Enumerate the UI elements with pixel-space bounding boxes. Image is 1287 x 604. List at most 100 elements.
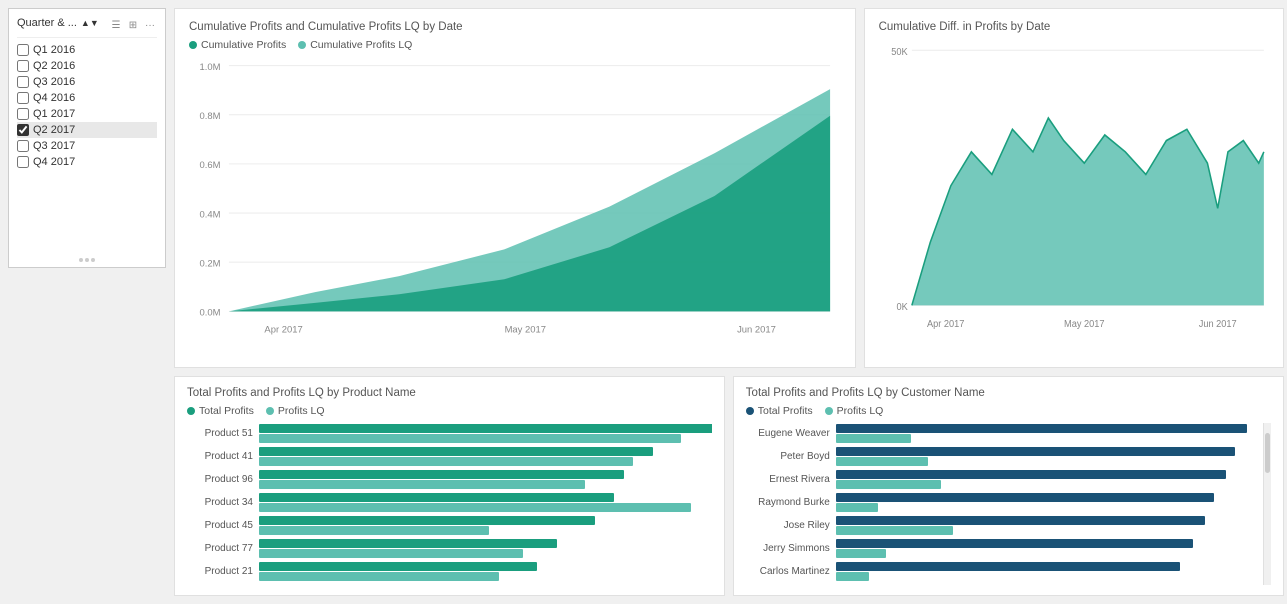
legend-cumulative-lq: Cumulative Profits LQ [298, 39, 412, 51]
customer-profit-bar [836, 539, 1193, 548]
quarter-item-q2-2016[interactable]: Q2 2016 [17, 58, 157, 74]
list-item: Peter Boyd [746, 447, 1261, 466]
legend-dot-lq [298, 41, 306, 49]
customer-bar-container [836, 493, 1261, 512]
customer-label: Ernest Rivera [746, 474, 836, 485]
products-chart-title: Total Profits and Profits LQ by Product … [187, 387, 712, 399]
quarter-item-q3-2016[interactable]: Q3 2016 [17, 74, 157, 90]
quarter-label-q3-2016: Q3 2016 [33, 76, 75, 88]
menu-icon[interactable]: ☰ [109, 18, 123, 32]
legend-profits-lq: Profits LQ [266, 405, 325, 417]
top-row: Cumulative Profits and Cumulative Profit… [174, 8, 1284, 368]
legend-label-profits-lq: Profits LQ [278, 405, 325, 417]
product-bar-container [259, 424, 712, 443]
list-item: Ernest Rivera [746, 470, 1261, 489]
legend-total-profits: Total Profits [187, 405, 254, 417]
list-item: Jerry Simmons [746, 539, 1261, 558]
svg-text:0.4M: 0.4M [200, 209, 221, 220]
legend-dot-customer-lq [825, 407, 833, 415]
more-icon[interactable]: ··· [143, 18, 157, 32]
svg-text:0.2M: 0.2M [200, 258, 221, 269]
legend-label-customer-total-profits: Total Profits [758, 405, 813, 417]
customer-profit-bar [836, 562, 1180, 571]
quarter-checkbox-q3-2016[interactable] [17, 76, 29, 88]
customer-lq-bar [836, 434, 912, 443]
quarter-label-q1-2017: Q1 2017 [33, 108, 75, 120]
cumulative-profits-chart-area: 1.0M 0.8M 0.6M 0.4M 0.2M 0.0M [189, 57, 841, 356]
quarter-item-q1-2017[interactable]: Q1 2017 [17, 106, 157, 122]
list-item: Product 41 [187, 447, 712, 466]
product-bar-container [259, 562, 712, 581]
quarter-item-q4-2016[interactable]: Q4 2016 [17, 90, 157, 106]
expand-icon[interactable]: ▲▼ [81, 18, 99, 28]
product-label: Product 96 [187, 474, 259, 485]
product-label: Product 41 [187, 451, 259, 462]
customers-scrollbar[interactable] [1263, 423, 1271, 585]
product-label: Product 77 [187, 543, 259, 554]
customer-profit-bar [836, 470, 1227, 479]
product-bar-container [259, 447, 712, 466]
list-item: Raymond Burke [746, 493, 1261, 512]
quarter-list: Q1 2016 Q2 2016 Q3 2016 Q4 2016 Q1 2017 … [17, 42, 157, 170]
quarter-label-q1-2016: Q1 2016 [33, 44, 75, 56]
svg-text:Jun 2017: Jun 2017 [737, 325, 776, 336]
lq-bar [259, 457, 633, 466]
quarter-checkbox-q2-2016[interactable] [17, 60, 29, 72]
products-legend: Total Profits Profits LQ [187, 405, 712, 417]
customer-lq-bar [836, 572, 870, 581]
product-label: Product 21 [187, 566, 259, 577]
filter-icon[interactable]: ⊞ [126, 18, 140, 32]
quarter-checkbox-q1-2017[interactable] [17, 108, 29, 120]
quarter-checkbox-q4-2017[interactable] [17, 156, 29, 168]
list-item: Product 51 [187, 424, 712, 443]
bottom-row: Total Profits and Profits LQ by Product … [174, 376, 1284, 596]
sidebar-controls: ☰ ⊞ ··· [109, 18, 157, 32]
legend-cumulative-profits: Cumulative Profits [189, 39, 286, 51]
quarter-item-q4-2017[interactable]: Q4 2017 [17, 154, 157, 170]
legend-customer-total-profits: Total Profits [746, 405, 813, 417]
quarter-filter-sidebar: Quarter & ... ▲▼ ☰ ⊞ ··· Q1 2016 Q2 2016… [8, 8, 166, 268]
quarter-checkbox-q2-2017[interactable] [17, 124, 29, 136]
quarter-checkbox-q4-2016[interactable] [17, 92, 29, 104]
customer-label: Peter Boyd [746, 451, 836, 462]
customers-scroll-thumb[interactable] [1265, 433, 1270, 473]
customer-label: Eugene Weaver [746, 428, 836, 439]
svg-text:May 2017: May 2017 [505, 325, 546, 336]
list-item: Eugene Weaver [746, 424, 1261, 443]
product-label: Product 51 [187, 428, 259, 439]
svg-text:0.6M: 0.6M [200, 160, 221, 171]
quarter-item-q1-2016[interactable]: Q1 2016 [17, 42, 157, 58]
list-item: Product 77 [187, 539, 712, 558]
lq-bar [259, 572, 499, 581]
quarter-item-q3-2017[interactable]: Q3 2017 [17, 138, 157, 154]
profit-bar [259, 562, 537, 571]
cumulative-profits-legend: Cumulative Profits Cumulative Profits LQ [189, 39, 841, 51]
customer-profit-bar [836, 493, 1214, 502]
customers-bar-panel: Total Profits and Profits LQ by Customer… [733, 376, 1284, 596]
product-bar-container [259, 493, 712, 512]
profit-bar [259, 470, 624, 479]
cumulative-profits-panel: Cumulative Profits and Cumulative Profit… [174, 8, 856, 368]
customer-label: Raymond Burke [746, 497, 836, 508]
customer-label: Carlos Martinez [746, 566, 836, 577]
product-label: Product 34 [187, 497, 259, 508]
customer-bar-container [836, 562, 1261, 581]
legend-label-total-profits: Total Profits [199, 405, 254, 417]
quarter-item-q2-2017[interactable]: Q2 2017 [17, 122, 157, 138]
cumulative-diff-title: Cumulative Diff. in Profits by Date [879, 21, 1269, 33]
lq-bar [259, 434, 681, 443]
svg-text:0.8M: 0.8M [200, 111, 221, 122]
sidebar-expand[interactable]: Quarter & ... ▲▼ [17, 17, 99, 33]
legend-dot-customer-profits [746, 407, 754, 415]
legend-label-lq: Cumulative Profits LQ [310, 39, 412, 51]
svg-text:50K: 50K [891, 46, 908, 58]
quarter-checkbox-q3-2017[interactable] [17, 140, 29, 152]
customer-lq-bar [836, 526, 954, 535]
quarter-label-q3-2017: Q3 2017 [33, 140, 75, 152]
profit-bar [259, 516, 595, 525]
resize-handle[interactable] [67, 257, 107, 263]
svg-text:0K: 0K [896, 301, 908, 313]
legend-label-customer-lq: Profits LQ [837, 405, 884, 417]
customer-lq-bar [836, 503, 878, 512]
quarter-checkbox-q1-2016[interactable] [17, 44, 29, 56]
